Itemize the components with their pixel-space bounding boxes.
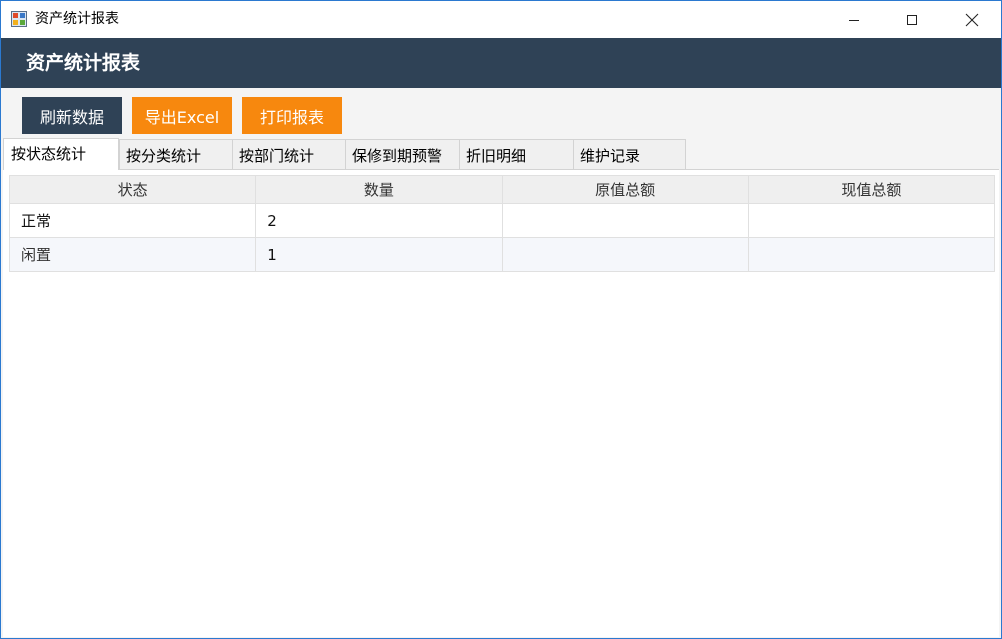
refresh-data-button[interactable]: 刷新数据 (22, 97, 122, 134)
page-title: 资产统计报表 (26, 52, 141, 74)
grid-header-row: 状态 数量 原值总额 现值总额 (8, 175, 996, 204)
cell-count[interactable]: 1 (255, 237, 503, 272)
column-header-original-value[interactable]: 原值总额 (501, 175, 749, 204)
cell-current-value[interactable] (747, 237, 996, 272)
cell-current-value[interactable] (747, 203, 996, 238)
column-header-count[interactable]: 数量 (255, 175, 503, 204)
cell-status[interactable]: 正常 (8, 203, 257, 238)
tab-panel-status: 状态 数量 原值总额 现值总额 正常 2 闲置 1 (3, 169, 999, 637)
cell-count[interactable]: 2 (255, 203, 503, 238)
tab-maintenance[interactable]: 维护记录 (573, 139, 686, 169)
export-excel-button[interactable]: 导出Excel (132, 97, 232, 134)
window-title: 资产统计报表 (35, 11, 119, 27)
tab-by-category[interactable]: 按分类统计 (119, 139, 233, 169)
close-icon (965, 13, 979, 26)
tab-strip: 按状态统计 按分类统计 按部门统计 保修到期预警 折旧明细 维护记录 (1, 138, 1001, 170)
cell-status[interactable]: 闲置 (8, 237, 257, 272)
cell-original-value[interactable] (501, 203, 749, 238)
app-window-icon (11, 11, 27, 27)
table-row[interactable]: 正常 2 (8, 203, 996, 238)
close-button[interactable] (943, 1, 1001, 38)
status-stats-grid[interactable]: 状态 数量 原值总额 现值总额 正常 2 闲置 1 (8, 175, 996, 272)
tab-warranty-alert[interactable]: 保修到期预警 (345, 139, 460, 169)
tab-depreciation[interactable]: 折旧明细 (459, 139, 574, 169)
column-header-current-value[interactable]: 现值总额 (747, 175, 996, 204)
minimize-icon (849, 19, 859, 21)
maximize-icon (907, 14, 917, 25)
title-bar[interactable]: 资产统计报表 (1, 1, 1001, 38)
minimize-button[interactable] (825, 1, 883, 38)
table-row[interactable]: 闲置 1 (8, 237, 996, 272)
column-header-status[interactable]: 状态 (8, 175, 257, 204)
app-window: 资产统计报表 资产统计报表 刷新数据 导出Excel 打印报表 按状态统计 按分… (0, 0, 1002, 639)
maximize-button[interactable] (883, 1, 941, 38)
tab-by-status[interactable]: 按状态统计 (3, 138, 119, 170)
tab-by-department[interactable]: 按部门统计 (232, 139, 346, 169)
print-report-button[interactable]: 打印报表 (242, 97, 342, 134)
cell-original-value[interactable] (501, 237, 749, 272)
header-bar: 资产统计报表 (1, 38, 1001, 88)
